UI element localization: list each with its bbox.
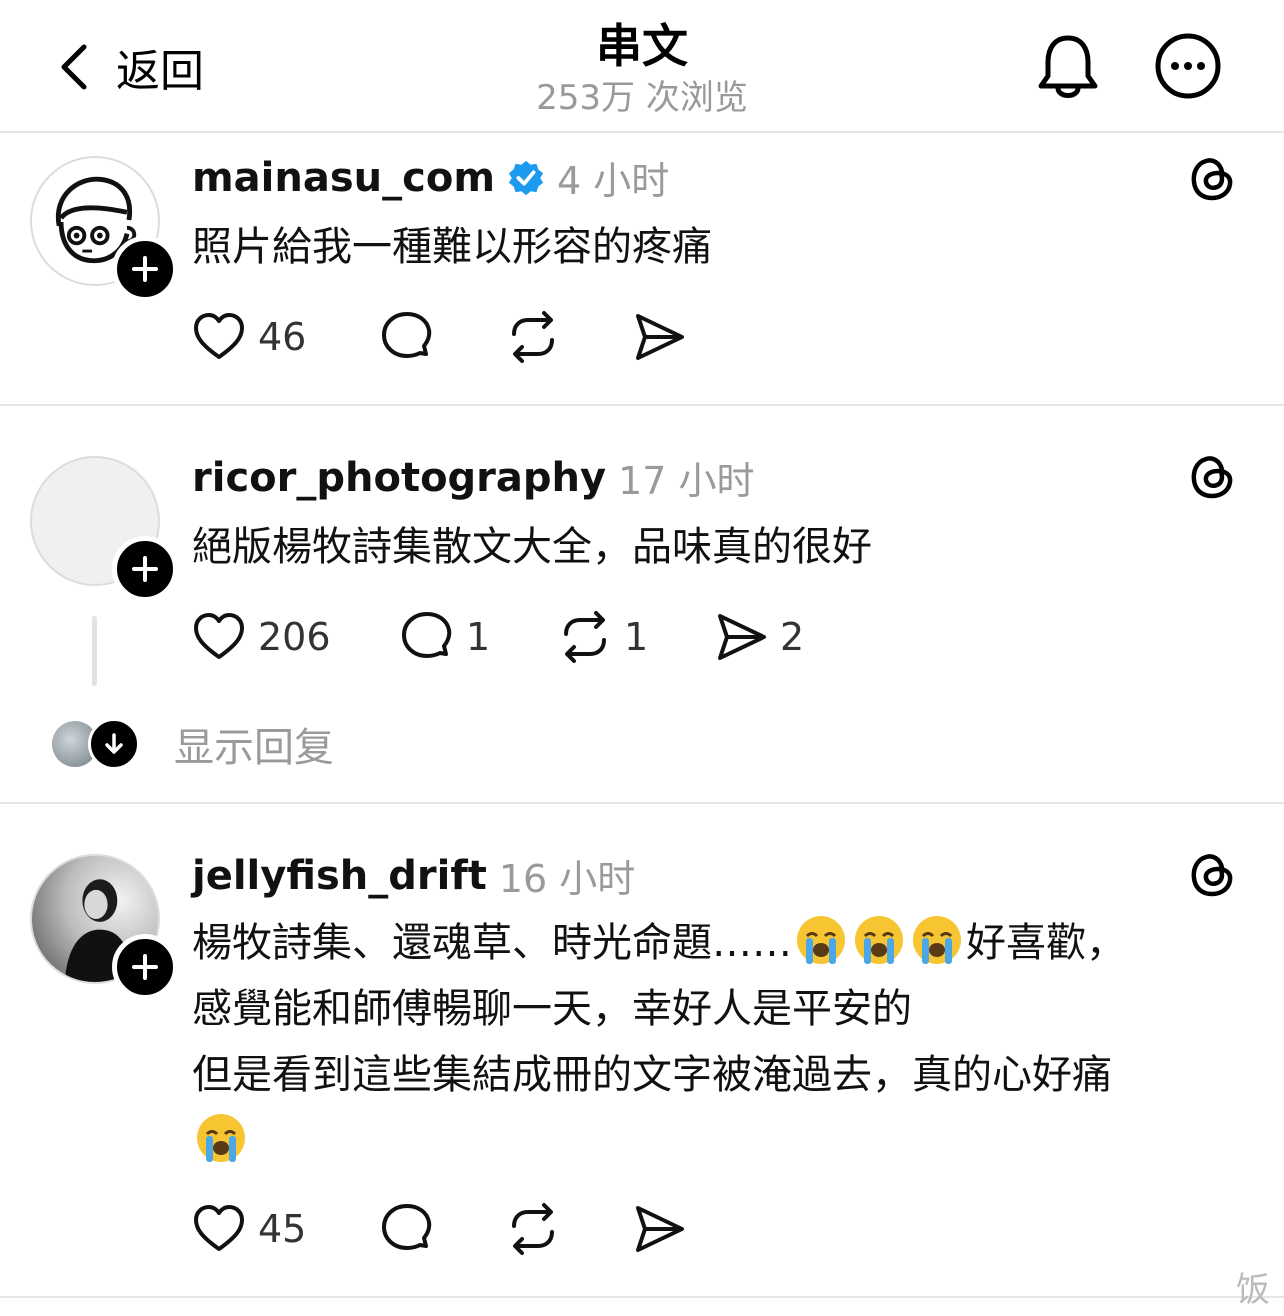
threads-logo-icon[interactable] [1188,452,1236,500]
plus-icon [132,256,158,282]
like-button[interactable]: 46 [192,310,306,364]
post-text: 絕版楊牧詩集散文大全，品味真的很好 [192,524,872,570]
verified-badge-icon [508,160,544,195]
post-text: 楊牧詩集、還魂草、時光命題…… 好喜歡， 感覺能和師傅暢聊一天，幸好人是平安的但是看… [192,910,1242,1174]
post-item: jellyfish_drift 16 小时 楊牧詩集、還魂草、時光命題…… 好喜歡… [0,804,1284,1304]
threads-logo-icon[interactable] [1188,850,1236,898]
heart-icon [194,613,244,659]
post-header: jellyfish_drift 16 小时 [192,848,635,903]
follow-plus-button[interactable] [112,236,178,302]
show-replies-button[interactable]: 显示回复 [52,716,334,772]
crying-face-emoji-icon [855,916,903,964]
comment-bubble-icon [382,1204,432,1250]
post-divider [0,1296,1284,1298]
plus-icon [132,954,158,980]
post-text: 照片給我一種難以形容的疼痛 [192,224,712,270]
arrow-down-icon [105,733,123,754]
like-button[interactable]: 206 [192,610,331,664]
comment-count: 1 [466,615,491,659]
comment-button[interactable] [380,310,434,364]
plus-icon [132,556,158,582]
post-time: 4 小时 [557,159,670,203]
heart-icon [194,313,244,359]
show-replies-label: 显示回复 [174,725,334,771]
post-header: ricor_photography 17 小时 [192,450,755,505]
repost-icon [512,1203,554,1255]
post-text-line: 好喜歡， [966,920,1126,966]
comment-bubble-icon [382,312,432,358]
like-button[interactable]: 45 [192,1202,306,1256]
send-icon [636,314,684,360]
repost-icon [564,611,606,663]
username[interactable]: jellyfish_drift [192,853,487,899]
post-item: ricor_photography 17 小时 絕版楊牧詩集散文大全，品味真的很… [0,406,1284,802]
bell-icon[interactable] [1034,32,1102,104]
repost-icon [512,311,554,363]
comment-button[interactable]: 1 [400,610,490,664]
post-text-line: 感覺能和師傅暢聊一天，幸好人是平安的 [192,986,912,1032]
share-button[interactable] [632,310,686,364]
follow-plus-button[interactable] [112,536,178,602]
repost-button[interactable] [506,1202,560,1256]
post-item: mainasu_com 4 小时 照片給我一種難以形容的疼痛 46 [0,132,1284,404]
comment-button[interactable] [380,1202,434,1256]
share-button[interactable]: 2 [714,610,804,664]
arrow-down-badge [88,718,140,770]
repost-count: 1 [624,615,649,659]
repost-button[interactable] [506,310,560,364]
post-text-line: 楊牧詩集、還魂草、時光命題…… [192,920,792,966]
like-count: 45 [258,1207,307,1251]
username[interactable]: mainasu_com [192,155,495,201]
more-options-icon[interactable] [1154,32,1222,100]
action-bar: 46 [192,310,712,364]
post-text-line: 但是看到這些集結成冊的文字被淹過去，真的心好痛 [192,1052,1112,1098]
post-header: mainasu_com 4 小时 [192,150,669,205]
username[interactable]: ricor_photography [192,455,606,501]
reply-thread-line [92,616,97,686]
share-count: 2 [780,615,805,659]
send-icon [636,1206,684,1252]
like-count: 46 [258,315,307,359]
top-bar: 返回 串文 253万 次浏览 [0,0,1284,132]
crying-face-emoji-icon [913,916,961,964]
crying-face-emoji-icon [797,916,845,964]
post-time: 17 小时 [618,459,755,503]
action-bar: 45 [192,1202,712,1256]
action-bar: 206 1 1 2 [192,610,872,664]
threads-logo-icon[interactable] [1188,154,1236,202]
repost-button[interactable]: 1 [558,610,648,664]
crying-face-emoji-icon [197,1114,245,1162]
post-time: 16 小时 [498,857,636,901]
follow-plus-button[interactable] [112,934,178,1000]
watermark: 饭 [1236,1270,1270,1310]
comment-bubble-icon [402,612,452,658]
heart-icon [194,1205,244,1251]
like-count: 206 [258,615,331,659]
send-icon [718,614,766,660]
share-button[interactable] [632,1202,686,1256]
